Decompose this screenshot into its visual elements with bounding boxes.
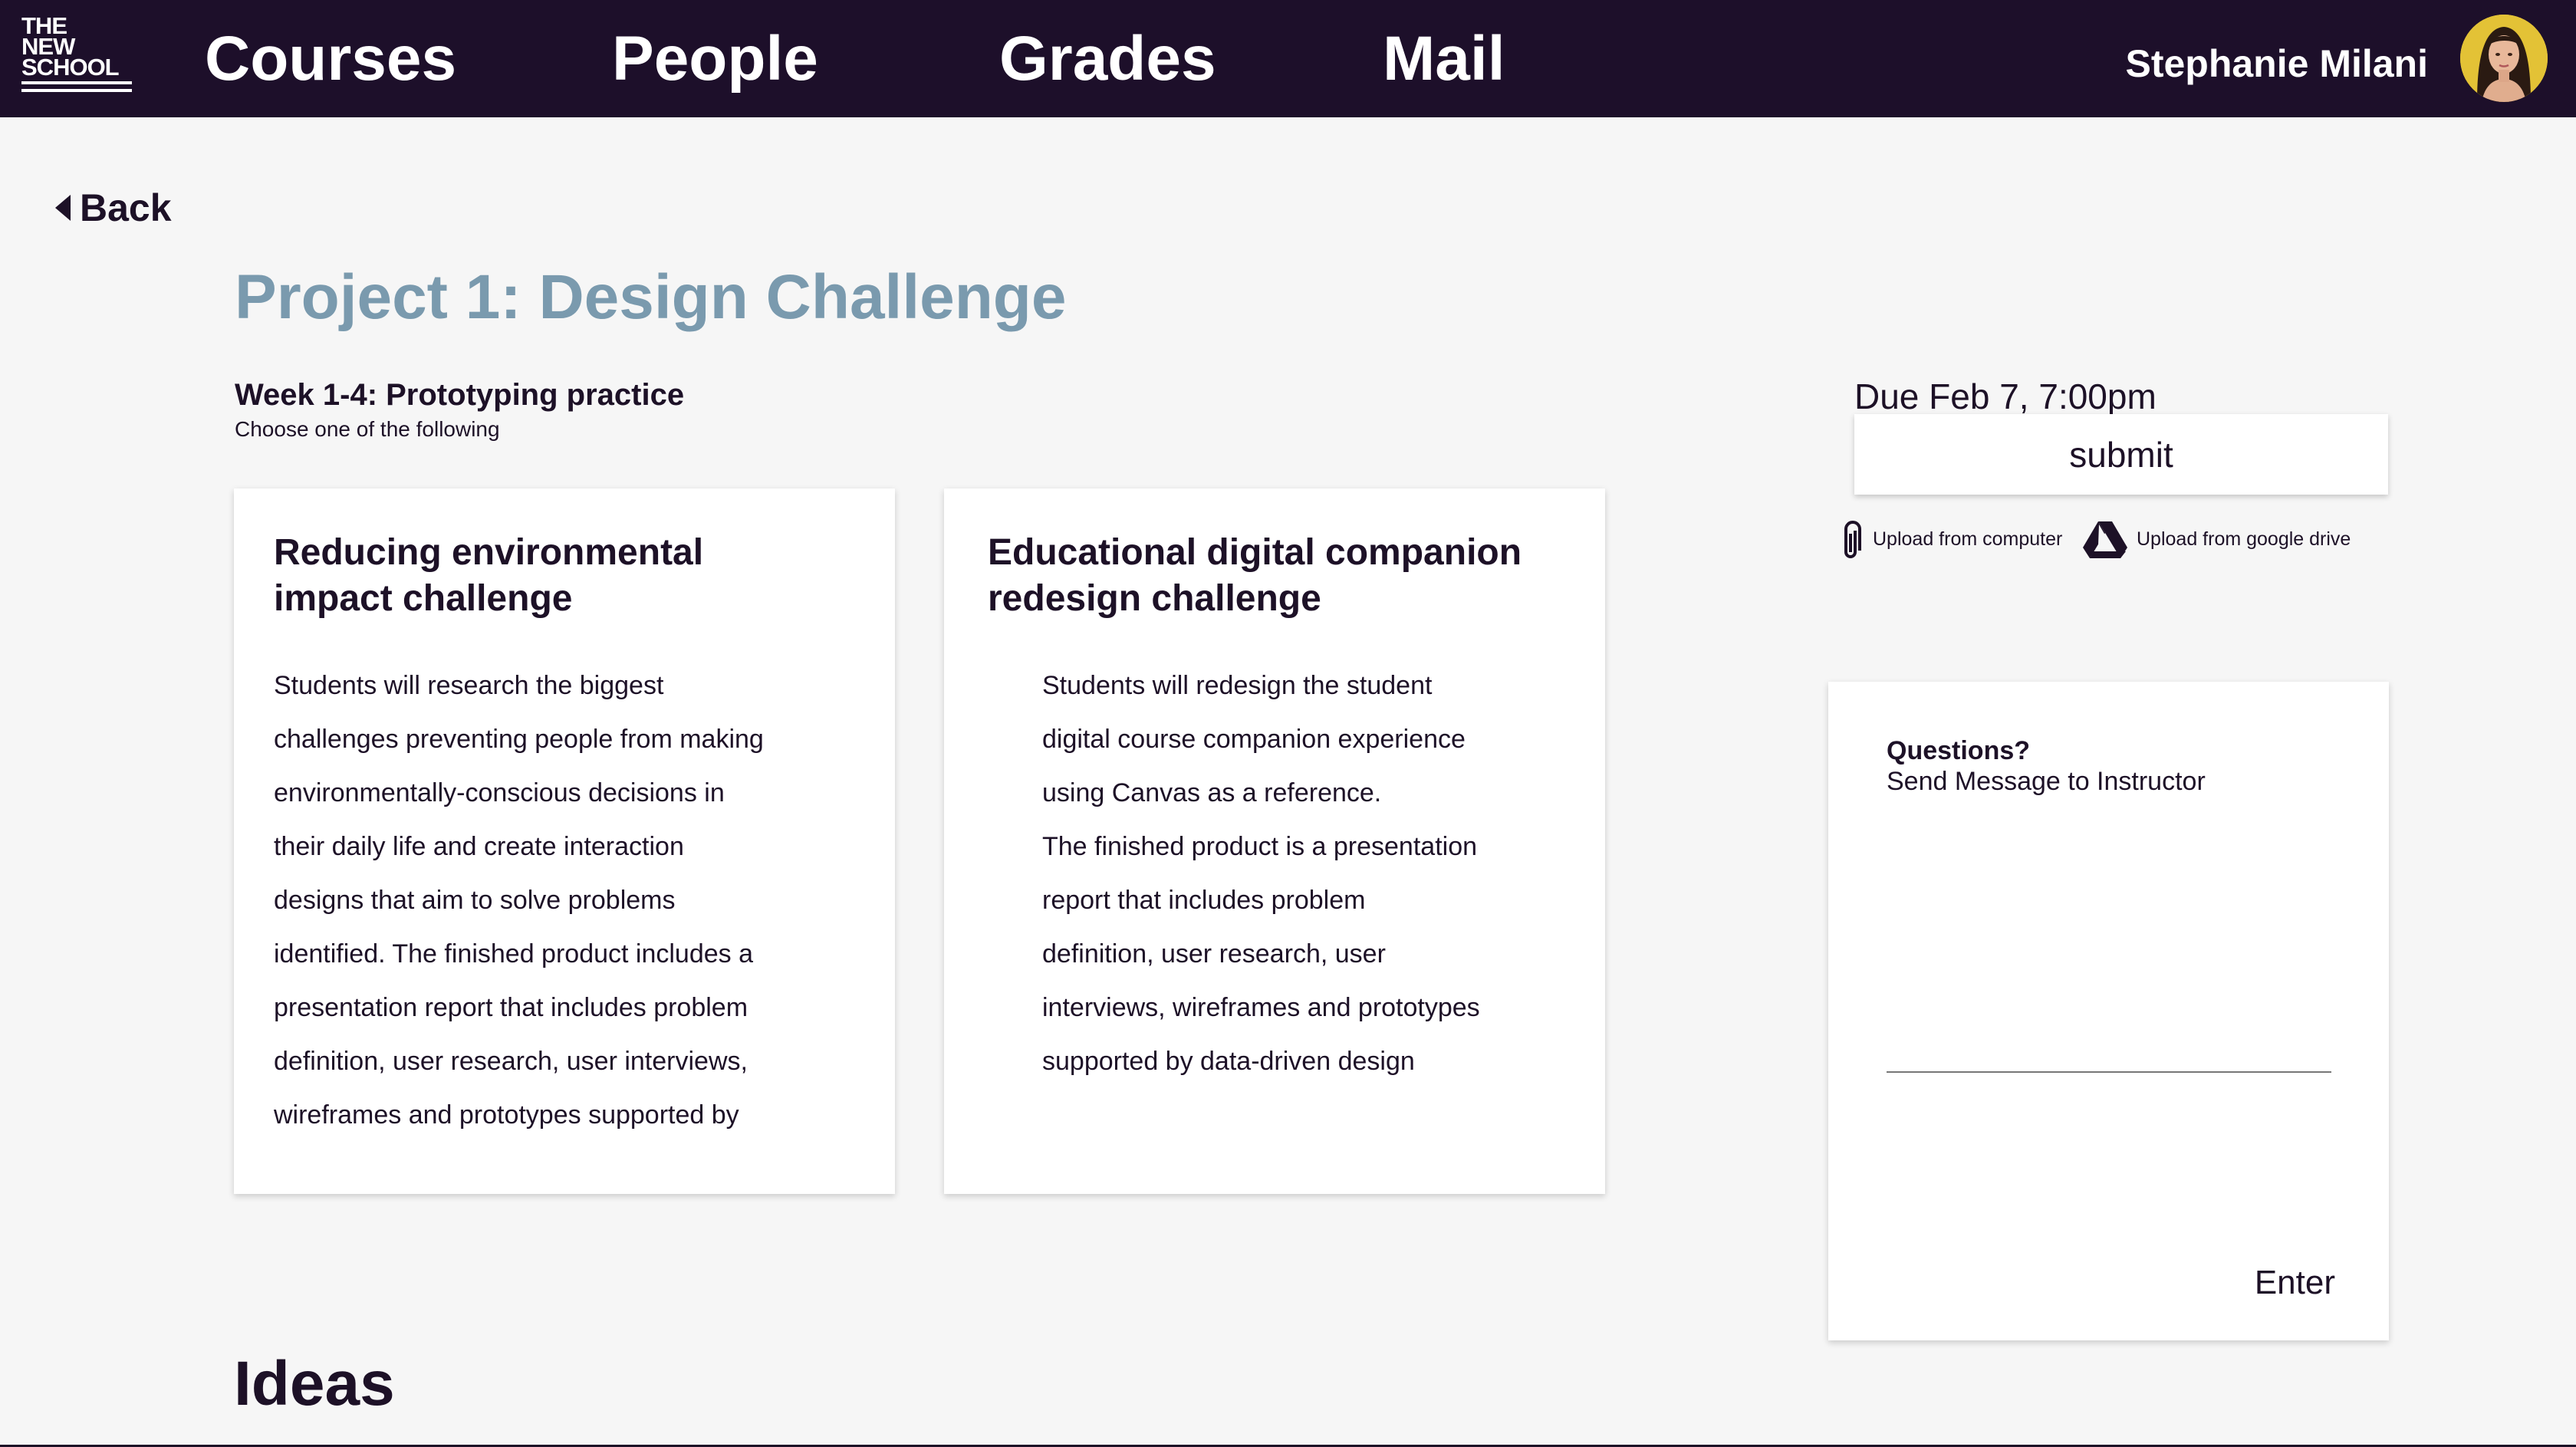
upload-computer-label: Upload from computer bbox=[1873, 528, 2063, 550]
logo-underline-2 bbox=[21, 89, 132, 92]
card-line: challenges preventing people from making bbox=[274, 725, 764, 754]
top-navigation-bar: THE NEW SCHOOL Courses People Grades Mai… bbox=[0, 0, 2576, 117]
card-line: definition, user research, user bbox=[1042, 939, 1386, 969]
challenge-card-environmental[interactable]: Reducing environmental impact challenge … bbox=[234, 488, 895, 1194]
card-line: presentation report that includes proble… bbox=[274, 993, 748, 1022]
google-drive-icon bbox=[2083, 521, 2127, 558]
nav-mail[interactable]: Mail bbox=[1383, 17, 1505, 101]
card-line: using Canvas as a reference. bbox=[1042, 778, 1382, 807]
back-arrow-icon bbox=[55, 195, 71, 221]
logo-line-3: SCHOOL bbox=[21, 54, 120, 81]
user-avatar-icon bbox=[2460, 15, 2548, 102]
due-date: Due Feb 7, 7:00pm bbox=[1854, 377, 2157, 416]
card-line: definition, user research, user intervie… bbox=[274, 1047, 748, 1076]
card-line: environmentally-conscious decisions in bbox=[274, 778, 725, 807]
upload-from-drive-link[interactable]: Upload from google drive bbox=[2083, 515, 2351, 563]
card-line: wireframes and prototypes supported by bbox=[274, 1100, 739, 1130]
card-line: supported by data-driven design bbox=[1042, 1047, 1415, 1076]
week-title: Week 1-4: Prototyping practice bbox=[235, 378, 685, 412]
message-instructor-panel: Questions? Send Message to Instructor En… bbox=[1828, 682, 2389, 1340]
back-button[interactable]: Back bbox=[55, 183, 172, 233]
message-input[interactable] bbox=[1887, 996, 2331, 1073]
card-line: their daily life and create interaction bbox=[274, 832, 684, 861]
nav-courses[interactable]: Courses bbox=[205, 17, 456, 101]
card-line: interviews, wireframes and prototypes bbox=[1042, 993, 1480, 1022]
card-line: Students will redesign the student bbox=[1042, 671, 1433, 700]
logo-underline bbox=[21, 81, 132, 84]
card-title: Reducing environmental impact challenge bbox=[274, 532, 704, 619]
questions-heading: Questions? bbox=[1887, 736, 2031, 765]
upload-drive-label: Upload from google drive bbox=[2137, 528, 2351, 550]
upload-from-computer-link[interactable]: Upload from computer bbox=[1841, 515, 2062, 563]
page-title: Project 1: Design Challenge bbox=[235, 262, 1067, 332]
enter-button[interactable]: Enter bbox=[2255, 1261, 2335, 1304]
submit-button[interactable]: submit bbox=[1854, 414, 2388, 495]
card-description: Students will redesign the student digit… bbox=[1042, 659, 1579, 1088]
card-line: The finished product is a presentation bbox=[1042, 832, 1478, 861]
challenge-card-educational[interactable]: Educational digital companion redesign c… bbox=[944, 488, 1605, 1194]
paperclip-icon bbox=[1844, 521, 1861, 558]
nav-people[interactable]: People bbox=[612, 17, 818, 101]
user-name[interactable]: Stephanie Milani bbox=[2125, 37, 2428, 90]
card-line: designs that aim to solve problems bbox=[274, 886, 676, 915]
back-label: Back bbox=[80, 186, 172, 229]
card-line: identified. The finished product include… bbox=[274, 939, 753, 969]
new-school-logo[interactable]: THE NEW SCHOOL bbox=[21, 14, 133, 92]
card-description: Students will research the biggest chall… bbox=[274, 659, 857, 1142]
card-line: Students will research the biggest bbox=[274, 671, 664, 700]
week-subtitle: Choose one of the following bbox=[235, 417, 500, 441]
card-line: digital course companion experience bbox=[1042, 725, 1466, 754]
ideas-heading: Ideas bbox=[234, 1349, 395, 1419]
card-title: Educational digital companion redesign c… bbox=[988, 532, 1522, 619]
nav-grades[interactable]: Grades bbox=[999, 17, 1216, 101]
card-line: report that includes problem bbox=[1042, 886, 1366, 915]
avatar[interactable] bbox=[2460, 15, 2548, 102]
send-message-label: Send Message to Instructor bbox=[1887, 767, 2206, 796]
